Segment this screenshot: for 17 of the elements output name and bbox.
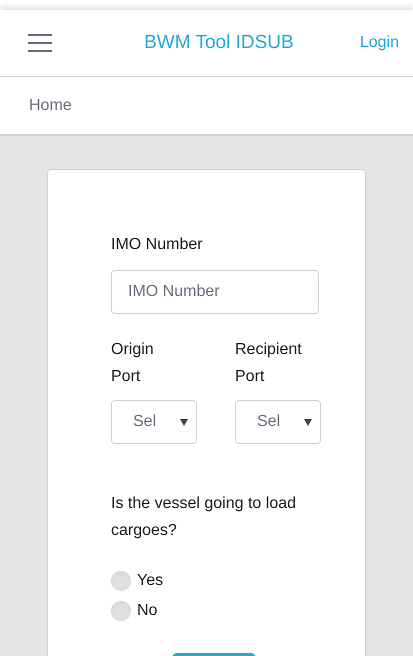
radio-button[interactable]	[111, 571, 131, 591]
field-label: Recipient Port	[235, 340, 303, 387]
field-label: IMO Number	[111, 235, 204, 255]
login-link[interactable]: Login	[360, 31, 399, 55]
question-text: Is the vessel going to load cargoes?	[111, 494, 298, 541]
port-select[interactable]: Sel	[235, 400, 321, 444]
radio-button[interactable]	[111, 601, 131, 621]
radio-label: No	[137, 601, 158, 621]
port-select[interactable]: Sel	[111, 400, 197, 444]
imo-input-field[interactable]: IMO Number	[111, 270, 319, 314]
caret-icon	[180, 418, 188, 426]
radio-label: Yes	[137, 571, 164, 591]
caret-icon	[304, 418, 312, 426]
app-title: BWM Tool IDSUB	[144, 30, 294, 55]
menu-icon[interactable]	[28, 34, 52, 52]
field-label: Origin Port	[111, 340, 155, 387]
breadcrumb-link[interactable]: Home	[29, 94, 72, 118]
